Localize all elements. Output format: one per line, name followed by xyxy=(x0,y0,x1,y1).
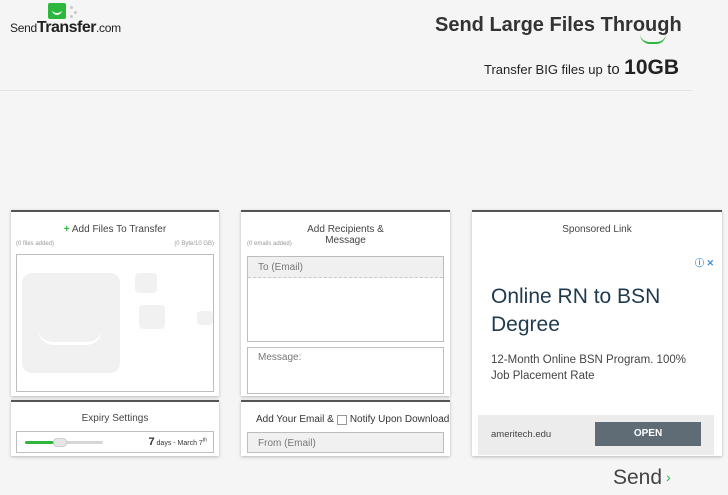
logo-wordmark: SendTransfer.com xyxy=(10,19,121,37)
subline-small: Transfer BIG files up xyxy=(484,62,603,77)
expiry-date-suffix: th xyxy=(202,437,207,444)
message-field[interactable]: Message: xyxy=(247,347,444,394)
emails-added-count: (0 emails added) xyxy=(247,241,292,247)
expiry-value: 7 days - March 7th xyxy=(148,436,207,448)
notify-row: Add Your Email & Notify Upon Download xyxy=(256,414,449,425)
expiry-slider[interactable] xyxy=(25,438,103,447)
notify-checkbox[interactable] xyxy=(336,414,347,425)
expiry-settings-panel: Expiry Settings 7 days - March 7th xyxy=(11,400,219,456)
expiry-control: 7 days - March 7th xyxy=(16,431,214,453)
ad-open-button[interactable]: OPEN xyxy=(595,422,701,446)
recipients-panel: Add Recipients & Message (0 emails added… xyxy=(241,210,450,396)
send-button[interactable]: Send › xyxy=(613,466,671,490)
ghost-dot-icon xyxy=(197,311,213,325)
send-label: Send xyxy=(613,466,663,489)
page-subline: Transfer BIG files up to 10GB xyxy=(484,56,679,80)
logo-smile-icon xyxy=(48,3,66,19)
ad-choices-icon[interactable]: ⓘ ✕ xyxy=(695,256,714,269)
add-files-panel: + Add Files To Transfer (0 files added) … xyxy=(11,210,219,396)
logo-suffix: .com xyxy=(95,21,121,35)
sponsored-link-title: Sponsored Link xyxy=(562,224,632,235)
file-dropzone[interactable] xyxy=(16,254,214,392)
expiry-slider-thumb[interactable] xyxy=(53,438,68,447)
ghost-dot-icon xyxy=(135,273,157,293)
sender-email-panel: Add Your Email & Notify Upon Download Fr… xyxy=(241,400,450,456)
to-email-placeholder: To (Email) xyxy=(248,257,443,278)
expiry-days: 7 xyxy=(148,436,155,448)
expiry-settings-title: Expiry Settings xyxy=(81,413,149,424)
headline-comma: , xyxy=(672,22,675,33)
chevron-right-icon: › xyxy=(666,469,671,485)
files-size-used: (0 Byte/10 GB) xyxy=(174,241,214,247)
site-logo[interactable]: SendTransfer.com xyxy=(10,3,130,37)
from-email-field[interactable]: From (Email) xyxy=(247,432,444,453)
to-email-field[interactable]: To (Email) xyxy=(247,256,444,342)
add-files-label: Add Files To Transfer xyxy=(71,224,167,235)
ghost-dot-icon xyxy=(139,305,165,329)
recipients-title-line1: Add Recipients & xyxy=(307,224,384,235)
logo-prefix: Send xyxy=(10,21,37,35)
from-email-placeholder: From (Email) xyxy=(258,438,316,449)
subline-mid: to xyxy=(607,61,620,78)
notify-label[interactable]: Notify Upon Download xyxy=(350,414,450,425)
ghost-logo-icon xyxy=(22,273,120,373)
add-email-label: Add Your Email & xyxy=(256,414,334,425)
subline-big: 10GB xyxy=(624,56,680,79)
logo-bold: Transfer xyxy=(36,19,97,36)
header-divider xyxy=(0,90,692,91)
ad-description: 12-Month Online BSN Program. 100% Job Pl… xyxy=(491,354,686,382)
plus-icon: + xyxy=(63,224,70,235)
ad-headline[interactable]: Online RN to BSN Degree xyxy=(491,283,701,339)
ad-unit[interactable]: Online RN to BSN Degree 12-Month Online … xyxy=(478,254,714,456)
headline-smile-icon xyxy=(640,34,666,44)
files-added-count: (0 files added) xyxy=(16,241,55,247)
ad-footer: ameritech.edu OPEN xyxy=(478,415,714,455)
message-placeholder: Message: xyxy=(258,352,302,363)
expiry-days-label: days - March 7 xyxy=(156,440,203,447)
add-files-title[interactable]: + Add Files To Transfer xyxy=(11,224,219,235)
sponsored-link-panel: Sponsored Link Online RN to BSN Degree 1… xyxy=(472,210,722,456)
ad-domain[interactable]: ameritech.edu xyxy=(491,429,551,440)
